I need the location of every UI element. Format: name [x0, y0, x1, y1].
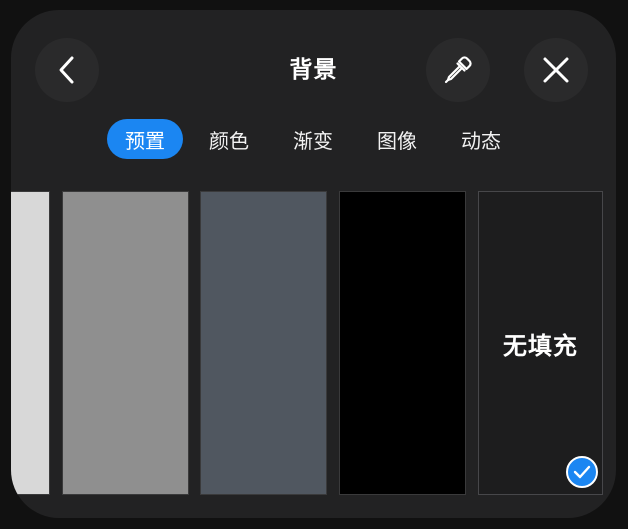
no-fill-label: 无填充 — [503, 331, 578, 360]
tab-preset[interactable]: 预置 — [107, 119, 183, 159]
eyedropper-button[interactable] — [426, 38, 490, 102]
swatch-slate[interactable] — [200, 191, 327, 495]
tab-image[interactable]: 图像 — [359, 119, 435, 159]
selected-check-icon — [566, 456, 598, 488]
swatch-light-gray[interactable] — [11, 191, 50, 495]
close-icon — [543, 57, 569, 83]
tab-dynamic[interactable]: 动态 — [443, 119, 519, 159]
swatch-no-fill[interactable]: 无填充 — [478, 191, 603, 495]
tab-bar: 预置 颜色 渐变 图像 动态 — [107, 119, 519, 159]
tab-color[interactable]: 颜色 — [191, 119, 267, 159]
close-button[interactable] — [524, 38, 588, 102]
swatch-black[interactable] — [339, 191, 466, 495]
eyedropper-icon — [444, 56, 472, 84]
background-panel: 背景 预置 颜色 渐变 图像 动态 无填充 — [11, 10, 616, 518]
tab-gradient[interactable]: 渐变 — [275, 119, 351, 159]
swatch-gray[interactable] — [62, 191, 189, 495]
